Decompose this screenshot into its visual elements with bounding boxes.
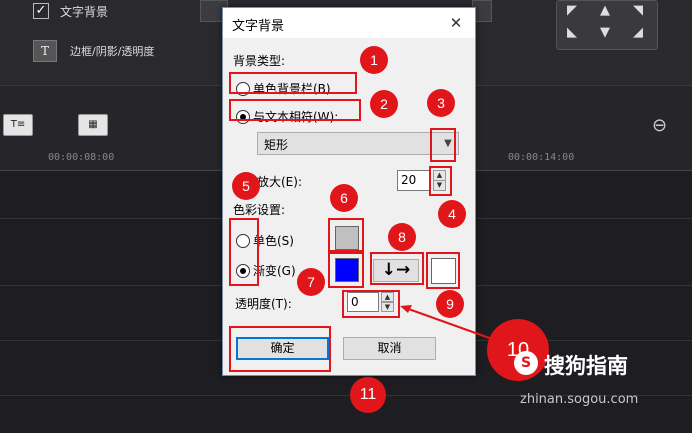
annotation-number-6: 6 xyxy=(330,184,358,212)
annotation-number-8: 8 xyxy=(388,223,416,251)
annotation-number-7: 7 xyxy=(297,268,325,296)
annotation-number-5: 5 xyxy=(232,172,260,200)
annotation-number-3: 3 xyxy=(427,89,455,117)
watermark-url: zhinan.sogou.com xyxy=(520,392,639,407)
watermark-logo: 搜狗指南 xyxy=(544,354,628,378)
annotation-number-1: 1 xyxy=(360,46,388,74)
annotation-number-2: 2 xyxy=(370,90,398,118)
annotation-number-9: 9 xyxy=(436,290,464,318)
annotation-number-11: 11 xyxy=(350,377,386,413)
sogou-logo-icon: S xyxy=(514,351,538,375)
annotation-number-4: 4 xyxy=(438,200,466,228)
